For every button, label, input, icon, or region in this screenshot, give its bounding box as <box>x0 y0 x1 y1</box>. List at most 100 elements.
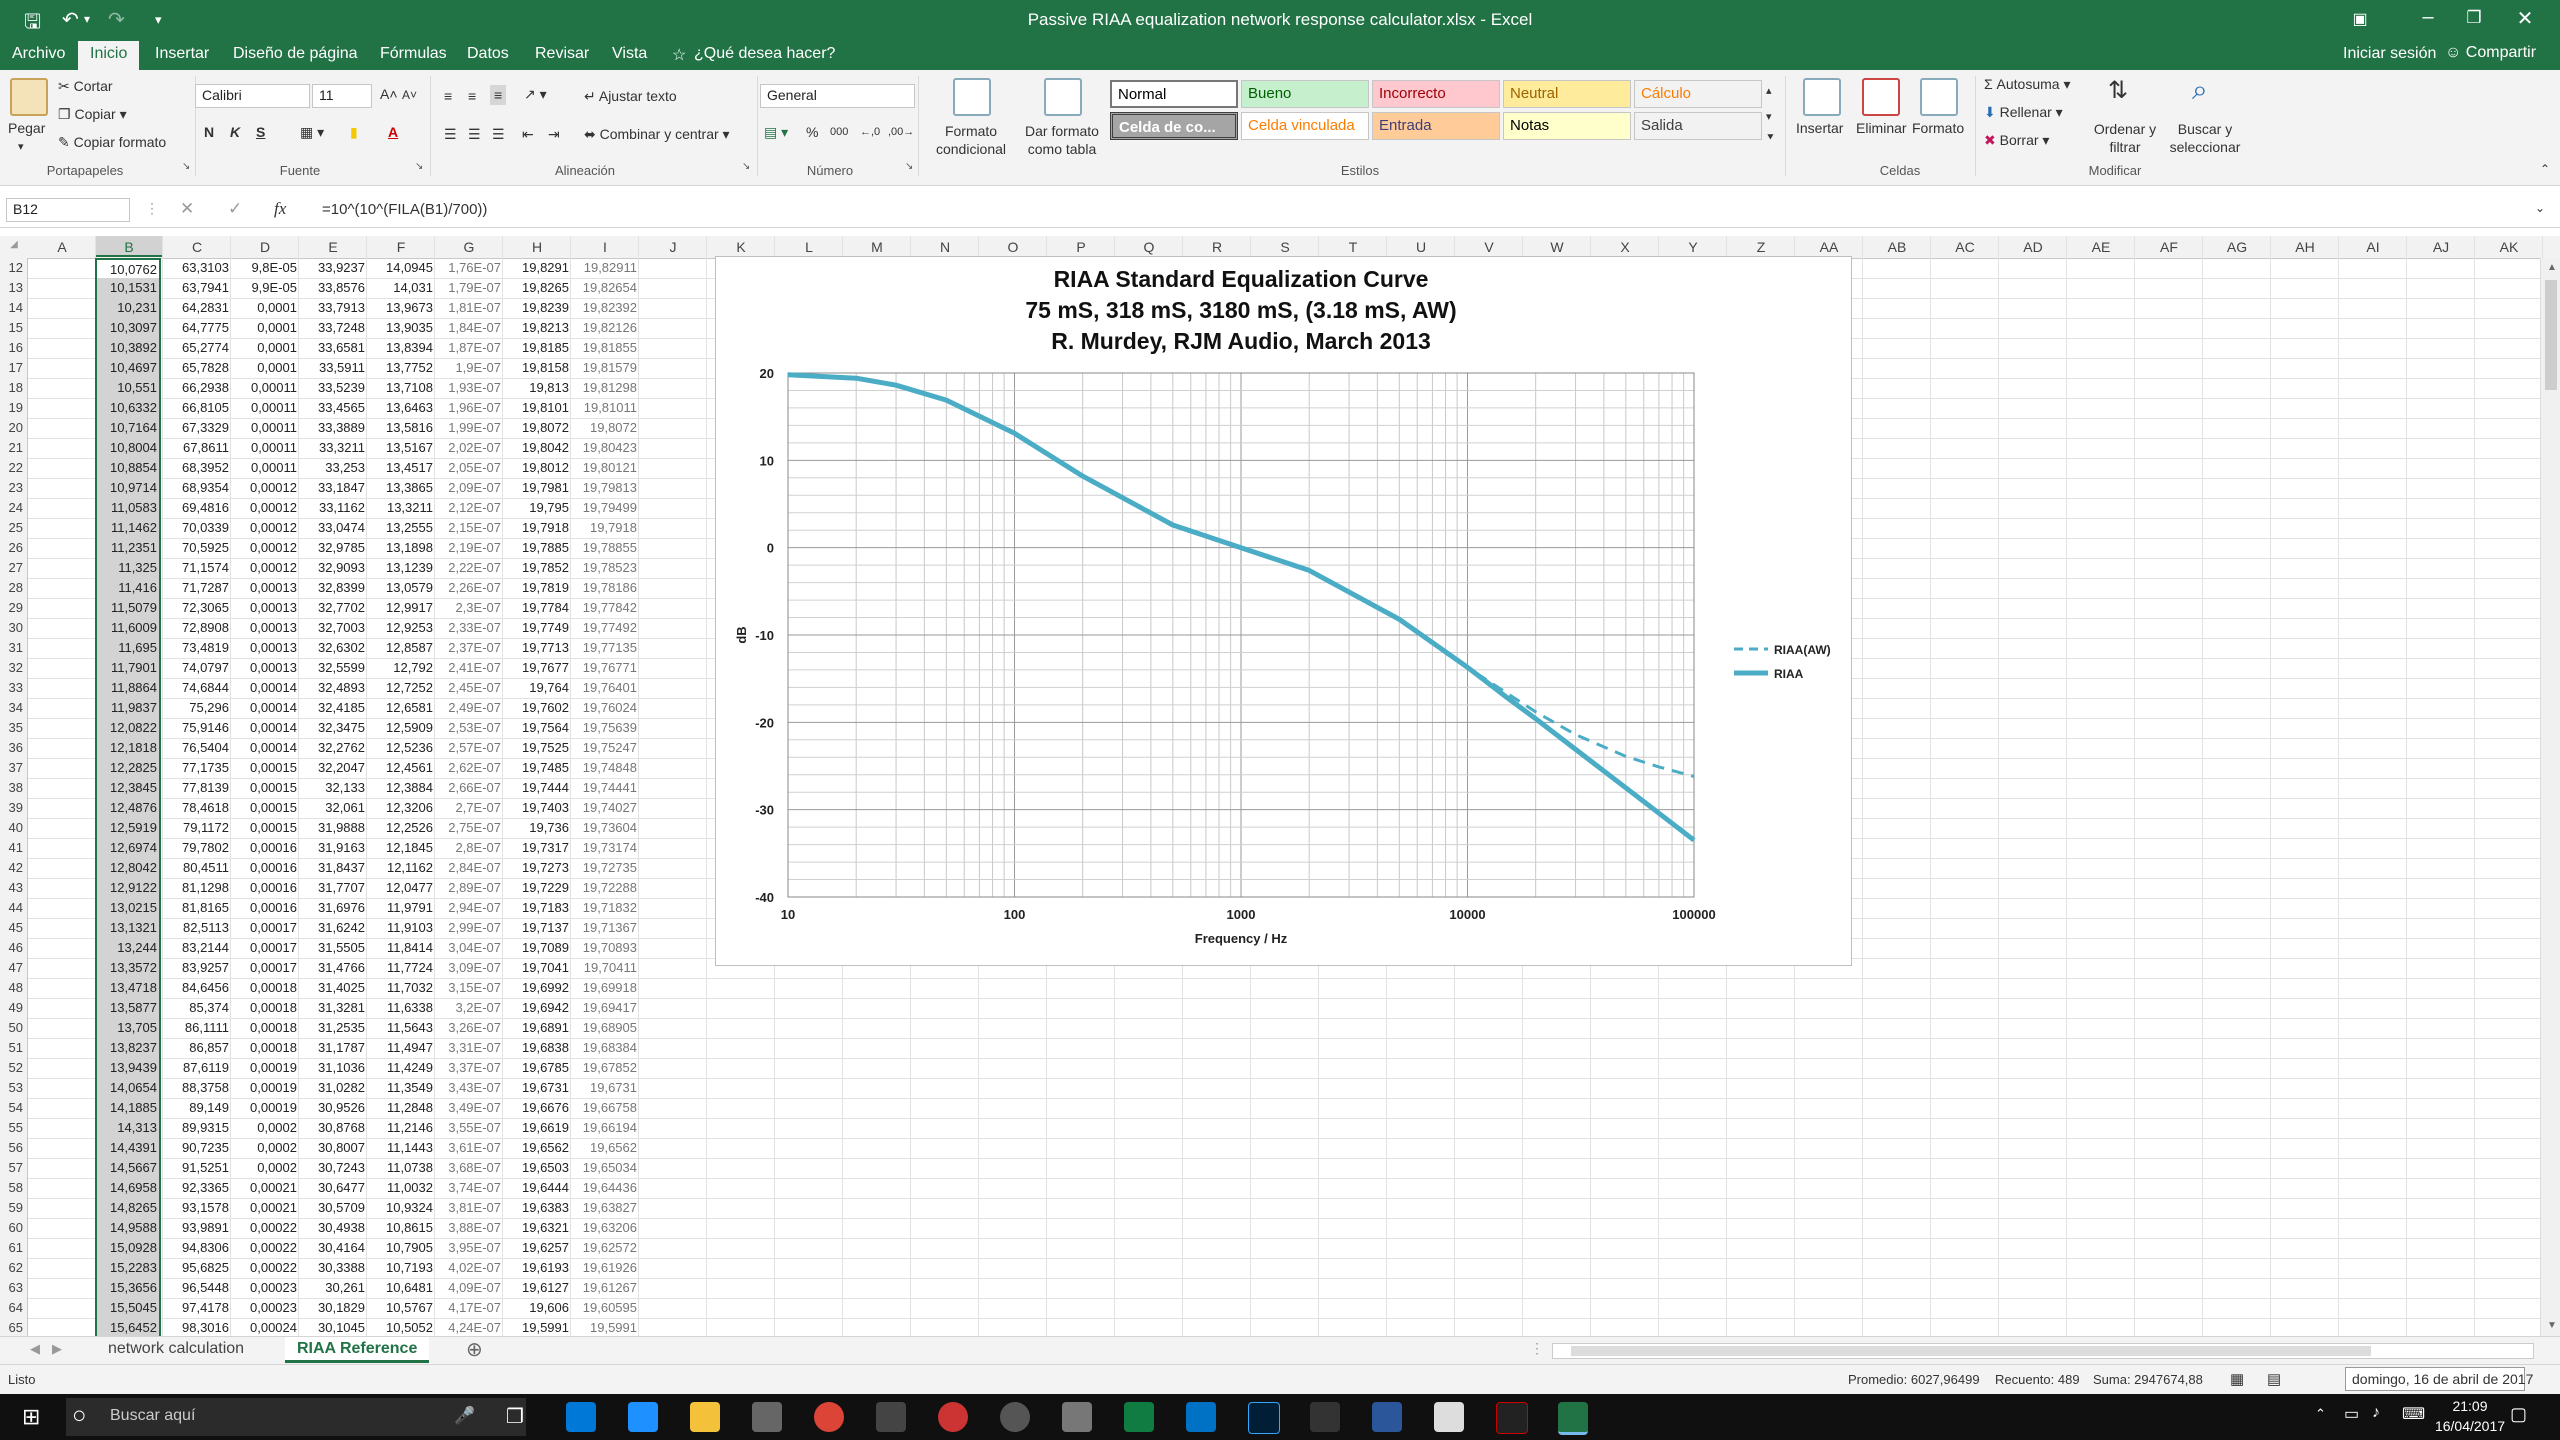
copy-button[interactable]: ❐ Copiar ▾ <box>58 106 127 123</box>
cell[interactable]: 11,5643 <box>367 1018 433 1038</box>
cell[interactable]: 19,63827 <box>571 1198 637 1218</box>
cell[interactable]: 0,0002 <box>231 1158 297 1178</box>
cell-style-10[interactable]: Salida <box>1634 112 1762 140</box>
cell[interactable]: 2,3E-07 <box>435 598 501 618</box>
cell[interactable]: 1,99E-07 <box>435 418 501 438</box>
column-header-b[interactable]: B <box>95 236 163 257</box>
row-header[interactable]: 21 <box>0 438 28 458</box>
cell[interactable]: 13,9439 <box>95 1058 161 1078</box>
insert-cells-icon[interactable] <box>1803 78 1841 116</box>
column-header-f[interactable]: F <box>367 239 435 255</box>
format-cells-button[interactable]: Formato <box>1912 120 1964 136</box>
app-icon-16[interactable] <box>1496 1402 1528 1434</box>
cell[interactable]: 19,6562 <box>503 1138 569 1158</box>
cell[interactable]: 4,09E-07 <box>435 1278 501 1298</box>
cell[interactable]: 0,00023 <box>231 1278 297 1298</box>
cell[interactable]: 10,5767 <box>367 1298 433 1318</box>
cell[interactable]: 0,00019 <box>231 1098 297 1118</box>
column-header-r[interactable]: R <box>1183 239 1251 255</box>
cell[interactable]: 1,76E-07 <box>435 258 501 278</box>
cell[interactable]: 31,8437 <box>299 858 365 878</box>
row-header[interactable]: 26 <box>0 538 28 558</box>
cell[interactable]: 32,4185 <box>299 698 365 718</box>
cell[interactable]: 13,9035 <box>367 318 433 338</box>
cell[interactable]: 81,1298 <box>163 878 229 898</box>
cell[interactable]: 19,76771 <box>571 658 637 678</box>
cell[interactable]: 3,31E-07 <box>435 1038 501 1058</box>
cell[interactable]: 1,93E-07 <box>435 378 501 398</box>
cell[interactable]: 11,7032 <box>367 978 433 998</box>
cell[interactable]: 90,7235 <box>163 1138 229 1158</box>
bold-icon[interactable]: N <box>204 124 214 140</box>
cell[interactable]: 31,0282 <box>299 1078 365 1098</box>
cell[interactable]: 0,00012 <box>231 498 297 518</box>
collapse-ribbon-icon[interactable]: ⌃ <box>2540 162 2550 176</box>
cell[interactable]: 19,66194 <box>571 1118 637 1138</box>
cell[interactable]: 0,00012 <box>231 478 297 498</box>
cell[interactable]: 65,7828 <box>163 358 229 378</box>
row-header[interactable]: 55 <box>0 1118 28 1138</box>
cell-style-6[interactable]: Celda de co... <box>1110 112 1238 140</box>
cell[interactable]: 0,0002 <box>231 1118 297 1138</box>
row-header[interactable]: 57 <box>0 1158 28 1178</box>
cell[interactable]: 12,1845 <box>367 838 433 858</box>
cell[interactable]: 19,79499 <box>571 498 637 518</box>
cell[interactable]: 0,00016 <box>231 898 297 918</box>
cell[interactable]: 19,7041 <box>503 958 569 978</box>
shrink-font-icon[interactable]: A˅ <box>402 88 417 102</box>
cell[interactable]: 14,031 <box>367 278 433 298</box>
cell[interactable]: 19,81855 <box>571 338 637 358</box>
row-header[interactable]: 63 <box>0 1278 28 1298</box>
cell[interactable]: 19,6891 <box>503 1018 569 1038</box>
keyboard-icon[interactable]: ⌨ <box>2402 1404 2425 1424</box>
confirm-entry-icon[interactable]: ✓ <box>228 199 242 219</box>
underline-icon[interactable]: S <box>256 124 265 140</box>
cell[interactable]: 19,75639 <box>571 718 637 738</box>
store-app-icon[interactable] <box>752 1402 782 1432</box>
tab-split-handle[interactable]: ⋮ <box>1530 1340 1544 1357</box>
cell[interactable]: 19,7403 <box>503 798 569 818</box>
paste-button[interactable]: Pegar <box>8 120 45 136</box>
cell[interactable]: 19,813 <box>503 378 569 398</box>
cell[interactable]: 13,9673 <box>367 298 433 318</box>
cell[interactable]: 12,4561 <box>367 758 433 778</box>
cell[interactable]: 79,7802 <box>163 838 229 858</box>
cell[interactable]: 13,5877 <box>95 998 161 1018</box>
cell[interactable]: 11,695 <box>95 638 161 658</box>
find-select-button[interactable]: Buscar y seleccionar <box>2160 120 2250 156</box>
cell[interactable]: 30,8768 <box>299 1118 365 1138</box>
cell[interactable]: 66,2938 <box>163 378 229 398</box>
cell[interactable]: 15,6452 <box>95 1318 161 1336</box>
cell[interactable]: 9,8E-05 <box>231 258 297 278</box>
sort-filter-icon[interactable]: ⇅ <box>2108 76 2128 105</box>
cell[interactable]: 10,7164 <box>95 418 161 438</box>
cell[interactable]: 2,99E-07 <box>435 918 501 938</box>
cell[interactable]: 0,00015 <box>231 758 297 778</box>
add-sheet-icon[interactable]: ⊕ <box>466 1337 483 1362</box>
format-painter-button[interactable]: ✎ Copiar formato <box>58 134 166 151</box>
cell[interactable]: 75,296 <box>163 698 229 718</box>
cell[interactable]: 97,4178 <box>163 1298 229 1318</box>
cell[interactable]: 72,8908 <box>163 618 229 638</box>
align-top-icon[interactable]: ≡ <box>444 88 452 104</box>
cell[interactable]: 2,15E-07 <box>435 518 501 538</box>
column-header-ae[interactable]: AE <box>2067 239 2135 255</box>
column-header-z[interactable]: Z <box>1727 239 1795 255</box>
cell[interactable]: 33,3889 <box>299 418 365 438</box>
delete-cells-icon[interactable] <box>1862 78 1900 116</box>
cell[interactable]: 11,7901 <box>95 658 161 678</box>
cell[interactable]: 12,1162 <box>367 858 433 878</box>
app-icon-10[interactable] <box>1124 1402 1154 1432</box>
italic-icon[interactable]: K <box>230 124 240 140</box>
font-name-combo[interactable]: Calibri <box>195 84 310 108</box>
cell[interactable]: 11,7724 <box>367 958 433 978</box>
cell[interactable]: 19,7749 <box>503 618 569 638</box>
cell[interactable]: 31,4025 <box>299 978 365 998</box>
row-header[interactable]: 46 <box>0 938 28 958</box>
row-header[interactable]: 33 <box>0 678 28 698</box>
column-header-ai[interactable]: AI <box>2339 239 2407 255</box>
cell[interactable]: 33,0474 <box>299 518 365 538</box>
cell[interactable]: 11,1443 <box>367 1138 433 1158</box>
sort-filter-button[interactable]: Ordenar y filtrar <box>2090 120 2160 156</box>
cell[interactable]: 19,8158 <box>503 358 569 378</box>
